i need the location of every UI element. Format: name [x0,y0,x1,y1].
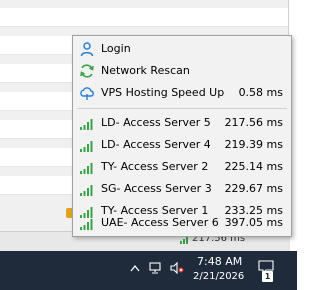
menu-item-login[interactable]: Login [73,38,291,60]
notification-badge: 1 [262,271,273,282]
clock-date[interactable]: 2/21/2026 [193,271,244,282]
signal-strength-icon [80,119,93,130]
chevron-up-icon[interactable] [130,264,140,272]
server-ping: 219.39 ms [224,138,283,151]
menu-item-server[interactable]: TY- Access Server 2 225.14 ms [73,156,291,178]
server-name: UAE- Access Server 6 [101,216,219,229]
signal-strength-icon [80,163,93,174]
server-name: LD- Access Server 4 [101,138,211,151]
speaker-muted-icon[interactable] [170,262,184,274]
menu-item-server[interactable]: SG- Access Server 3 229.67 ms [73,178,291,200]
menu-item-server[interactable]: LD- Access Server 5 217.56 ms [73,112,291,134]
menu-item-label: Network Rescan [101,64,190,77]
server-ping: 217.56 ms [224,116,283,129]
refresh-icon [80,64,94,78]
server-ping: 397.05 ms [224,216,283,229]
menu-item-server[interactable]: LD- Access Server 4 219.39 ms [73,134,291,156]
server-name: TY- Access Server 2 [101,160,209,173]
menu-item-label: Login [101,42,131,55]
signal-strength-icon [80,185,93,196]
server-ping: 229.67 ms [224,182,283,195]
menu-item-vps-speed-up[interactable]: VPS Hosting Speed Up 0.58 ms [73,82,291,104]
network-icon[interactable] [149,262,163,274]
signal-icon [180,236,188,244]
menu-item-network-rescan[interactable]: Network Rescan [73,60,291,82]
menu-item-server[interactable]: UAE- Access Server 6 397.05 ms [73,212,291,234]
list-row [0,8,290,27]
tray-context-menu: Login Network Rescan VPS Hosting Speed U… [72,35,292,237]
server-name: SG- Access Server 3 [101,182,212,195]
menu-item-label: VPS Hosting Speed Up [101,86,225,99]
signal-strength-icon [80,141,93,152]
server-ping: 225.14 ms [224,160,283,173]
clock-time[interactable]: 7:48 AM [197,255,242,268]
server-name: LD- Access Server 5 [101,116,211,129]
cloud-icon [80,87,94,100]
menu-item-ping: 0.58 ms [238,86,283,99]
user-icon [80,42,94,57]
signal-strength-icon [80,219,93,230]
menu-separator [77,108,287,109]
